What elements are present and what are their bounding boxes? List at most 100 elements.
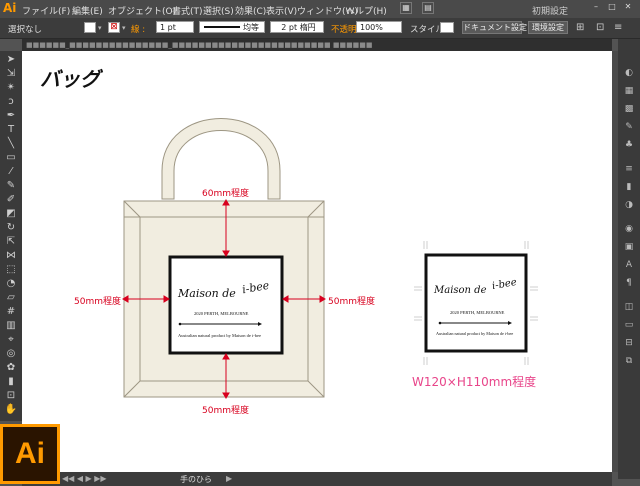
hand-tool-icon[interactable]: ✋ <box>4 404 18 416</box>
close-icon[interactable]: ✕ <box>622 2 634 14</box>
type-tool-icon[interactable]: T <box>4 124 18 136</box>
app-logo: Ai <box>3 1 17 15</box>
color-guide-icon[interactable]: ▦ <box>623 85 635 97</box>
paragraph-icon[interactable]: ¶ <box>623 277 635 289</box>
panel-dock: ◐ ▦ ▩ ✎ ♣ ≡ ▮ ◑ ◉ ▣ A ¶ ◫ ▭ ⊟ ⧉ <box>618 39 640 479</box>
location-line: 2020 PERTH, MELBOURNE <box>194 311 249 316</box>
transparency-icon[interactable]: ◑ <box>623 199 635 211</box>
mesh-tool-icon[interactable]: # <box>4 306 18 318</box>
menu-file[interactable]: ファイル(F) <box>22 4 70 17</box>
stroke-panel-icon[interactable]: ≡ <box>623 163 635 175</box>
opacity-field[interactable]: 100% <box>356 21 402 33</box>
minimize-icon[interactable]: – <box>590 2 602 14</box>
rectangle-tool-icon[interactable]: ▭ <box>4 152 18 164</box>
selection-tool-icon[interactable]: ➤ <box>4 54 18 66</box>
dimension-bottom-label: 50mm程度 <box>202 406 249 416</box>
stroke-label[interactable]: 線 : <box>131 23 145 35</box>
gradient-panel-icon[interactable]: ▮ <box>623 181 635 193</box>
brushes-icon[interactable]: ✎ <box>623 121 635 133</box>
bag-artwork <box>122 118 538 399</box>
pencil-tool-icon[interactable]: ✎ <box>4 180 18 192</box>
tagline: Australian natural product by Maison de … <box>178 333 261 338</box>
workspace-switcher[interactable]: 初期設定 <box>532 4 568 17</box>
symbol-sprayer-icon[interactable]: ✿ <box>4 362 18 374</box>
align-panel-icon[interactable]: ⊟ <box>623 337 635 349</box>
symbols-icon[interactable]: ♣ <box>623 139 635 151</box>
stroke-width-field[interactable]: 1 pt <box>156 21 194 33</box>
illustrator-logo: Ai <box>0 424 60 484</box>
blob-brush-icon[interactable]: ✐ <box>4 194 18 206</box>
label-rule-dot <box>438 321 442 325</box>
tools-panel: ➤ ⇲ ✴ ↄ ✒ T ╲ ▭ ⁄ ✎ ✐ ◩ ↻ ⇱ ⋈ ⬚ ◔ ▱ # ▥ … <box>0 51 22 421</box>
scale-tool-icon[interactable]: ⇱ <box>4 236 18 248</box>
dimension-right-label: 50mm程度 <box>328 297 375 307</box>
preferences-button[interactable]: 環境設定 <box>528 21 568 34</box>
dimension-top-label: 60mm程度 <box>202 189 249 199</box>
location-line: 2020 PERTH, MELBOURNE <box>450 310 505 315</box>
menu-object[interactable]: オブジェクト(O) <box>108 4 176 17</box>
brand-name: Maison de <box>178 287 236 300</box>
magic-wand-icon[interactable]: ✴ <box>4 82 18 94</box>
artboards-icon[interactable]: ▭ <box>623 319 635 331</box>
chevron-down-icon[interactable]: ▾ <box>122 24 126 32</box>
eraser-tool-icon[interactable]: ◩ <box>4 208 18 220</box>
gradient-tool-icon[interactable]: ▥ <box>4 320 18 332</box>
label-rule-dot <box>178 322 182 326</box>
free-transform-icon[interactable]: ⬚ <box>4 264 18 276</box>
maximize-icon[interactable]: □ <box>606 2 618 14</box>
vertical-scrollbar[interactable] <box>612 51 618 472</box>
control-bar: 選択なし ▾ ⊠ ▾ 線 : 1 pt 均等 2 pt 楕円 不透明度 : 10… <box>0 18 640 39</box>
chevron-down-icon[interactable]: ▾ <box>98 24 102 32</box>
menu-help[interactable]: ヘルプ(H) <box>346 4 387 17</box>
menu-type[interactable]: 書式(T) <box>172 4 203 17</box>
panel-menu-icon[interactable]: ≡ <box>614 22 622 33</box>
standalone-label-frame <box>424 253 528 353</box>
transform-icon[interactable]: ⊡ <box>596 22 604 33</box>
line-tool-icon[interactable]: ╲ <box>4 138 18 150</box>
stroke-swatch[interactable]: ⊠ <box>108 22 120 33</box>
label-size-note: W120×H110mm程度 <box>412 375 537 389</box>
brand-name: Maison de <box>434 285 487 296</box>
document-setup-button[interactable]: ドキュメント設定 <box>462 21 527 34</box>
menu-effect[interactable]: 効果(C) <box>235 4 266 17</box>
swatches-icon[interactable]: ▩ <box>623 103 635 115</box>
graphic-style-swatch[interactable] <box>440 22 454 33</box>
direct-selection-tool-icon[interactable]: ⇲ <box>4 68 18 80</box>
artboard-navigation[interactable]: ◀◀ ◀ ▶ ▶▶ <box>62 474 107 483</box>
stroke-profile-line <box>204 26 240 28</box>
pen-tool-icon[interactable]: ✒ <box>4 110 18 122</box>
brush-definition[interactable]: 2 pt 楕円 <box>270 21 324 33</box>
variable-width-profile[interactable]: 均等 <box>199 21 265 33</box>
artboard-canvas[interactable]: バッグ Maison de i-bee 2020 PERTH, MELBOURN… <box>22 51 612 472</box>
arrange-documents-icon[interactable]: ▤ <box>422 2 434 14</box>
profile-label: 均等 <box>243 23 259 32</box>
bridge-icon[interactable]: ▦ <box>400 2 412 14</box>
bag-label-frame <box>168 255 284 355</box>
menu-edit[interactable]: 編集(E) <box>72 4 103 17</box>
status-menu-arrow[interactable]: ▶ <box>226 474 232 483</box>
layers-icon[interactable]: ◫ <box>623 301 635 313</box>
rotate-tool-icon[interactable]: ↻ <box>4 222 18 234</box>
graph-tool-icon[interactable]: ▮ <box>4 376 18 388</box>
color-panel-icon[interactable]: ◐ <box>623 67 635 79</box>
fill-swatch[interactable] <box>84 22 96 33</box>
document-tab[interactable]: ■■■■■■_■■■■■■■■■■■■■■■_■■■■■■■■■■■■■■■■■… <box>22 39 612 51</box>
selection-status: 選択なし <box>8 25 43 35</box>
graphic-styles-icon[interactable]: ▣ <box>623 241 635 253</box>
paintbrush-tool-icon[interactable]: ⁄ <box>4 166 18 178</box>
tool-status: 手のひら <box>180 475 212 484</box>
eyedropper-icon[interactable]: ⌖ <box>4 334 18 346</box>
status-bar: ◀◀ ◀ ▶ ▶▶ 手のひら ▶ <box>22 472 612 486</box>
menu-view[interactable]: 表示(V) <box>266 4 297 17</box>
pathfinder-icon[interactable]: ⧉ <box>623 355 635 367</box>
align-icon[interactable]: ⊞ <box>576 22 584 33</box>
character-icon[interactable]: A <box>623 259 635 271</box>
lasso-tool-icon[interactable]: ↄ <box>4 96 18 108</box>
shape-builder-icon[interactable]: ◔ <box>4 278 18 290</box>
artboard-tool-icon[interactable]: ⊡ <box>4 390 18 402</box>
blend-tool-icon[interactable]: ◎ <box>4 348 18 360</box>
menu-select[interactable]: 選択(S) <box>203 4 234 17</box>
width-tool-icon[interactable]: ⋈ <box>4 250 18 262</box>
perspective-grid-icon[interactable]: ▱ <box>4 292 18 304</box>
appearance-icon[interactable]: ◉ <box>623 223 635 235</box>
